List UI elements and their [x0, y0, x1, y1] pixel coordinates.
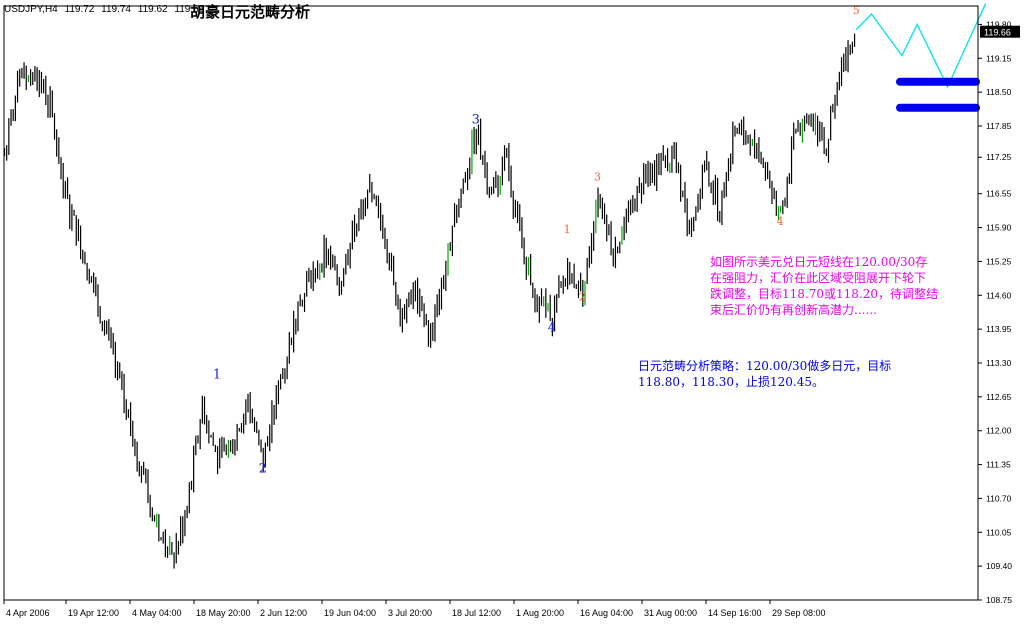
y-tick-label: 116.55 [986, 189, 1012, 199]
low-value: 119.62 [137, 4, 168, 15]
y-tick-label: 119.15 [986, 53, 1012, 63]
y-tick-label: 118.50 [986, 87, 1012, 97]
wave-label: 2 [259, 461, 267, 476]
analysis-line: 在强阻力，汇价在此区域受阻展开下轮下 [710, 271, 927, 285]
y-tick-label: 110.70 [986, 493, 1012, 503]
y-tick-label: 113.30 [986, 358, 1012, 368]
open-value: 119.72 [64, 4, 95, 15]
x-tick-label: 4 May 04:00 [132, 608, 182, 618]
x-tick-label: 1 Aug 20:00 [516, 608, 564, 618]
wave-label: 4 [777, 215, 784, 228]
price-badge-label: 119.66 [984, 28, 1011, 38]
y-tick-label: 113.95 [986, 324, 1012, 334]
wave-label: 3 [594, 171, 601, 184]
projection-layer [855, 3, 987, 89]
y-tick-label: 110.05 [986, 527, 1012, 537]
y-tick-label: 117.85 [986, 121, 1012, 131]
strategy-line: 118.80，118.30，止损120.45。 [638, 375, 824, 389]
y-tick-label: 108.75 [986, 595, 1012, 605]
x-tick-label: 4 Apr 2006 [6, 608, 50, 618]
analysis-line: 如图所示美元兑日元短线在120.00/30存 [710, 255, 928, 269]
strategy-note: 日元范畴分析策略：120.00/30做多日元，目标 118.80，118.30，… [638, 358, 938, 390]
analysis-line: 束后汇价仍有再创新高潜力...... [710, 303, 877, 317]
x-tick-label: 3 Jul 20:00 [388, 608, 432, 618]
y-tick-label: 112.00 [986, 426, 1012, 436]
high-value: 119.74 [101, 4, 131, 15]
wave-label: 3 [472, 112, 480, 127]
analysis-line: 跌调整，目标118.70或118.20，待调整结 [710, 287, 938, 301]
x-tick-label: 18 Jul 12:00 [452, 608, 501, 618]
wave-label: 2 [579, 290, 586, 303]
y-tick-label: 117.25 [986, 152, 1012, 162]
y-tick-label: 111.35 [986, 460, 1011, 470]
strategy-line: 日元范畴分析策略：120.00/30做多日元，目标 [638, 359, 892, 373]
x-tick-label: 16 Aug 04:00 [580, 608, 633, 618]
x-tick-label: 19 Jun 04:00 [324, 608, 376, 618]
y-tick-label: 112.65 [986, 392, 1012, 402]
wave-label: 1 [564, 223, 571, 236]
chart-title: 胡豪日元范畴分析 [190, 3, 311, 21]
x-tick-label: 29 Sep 08:00 [772, 608, 826, 618]
projection-line [855, 3, 987, 89]
symbol-label: USDJPY,H4 [4, 4, 58, 15]
wave-label: 4 [548, 321, 556, 336]
wave-label: 1 [213, 368, 221, 383]
x-tick-label: 18 May 20:00 [196, 608, 251, 618]
x-tick-label: 19 Apr 12:00 [68, 608, 119, 618]
y-tick-label: 115.25 [986, 256, 1012, 266]
x-tick-label: 14 Sep 16:00 [708, 608, 762, 618]
price-badge: 119.66 [980, 25, 1020, 38]
wave-labels: 123412345 [213, 4, 860, 476]
analysis-note: 如图所示美元兑日元短线在120.00/30存 在强阻力，汇价在此区域受阻展开下轮… [710, 254, 972, 318]
y-tick-label: 109.40 [986, 561, 1012, 571]
y-tick-label: 115.90 [986, 223, 1012, 233]
target-levels [896, 77, 980, 112]
y-tick-label: 114.60 [986, 290, 1012, 300]
x-tick-label: 31 Aug 00:00 [644, 608, 697, 618]
symbol-header: USDJPY,H4 119.72 119.74 119.62 119.66 [4, 4, 208, 15]
x-tick-label: 2 Jun 12:00 [260, 608, 307, 618]
